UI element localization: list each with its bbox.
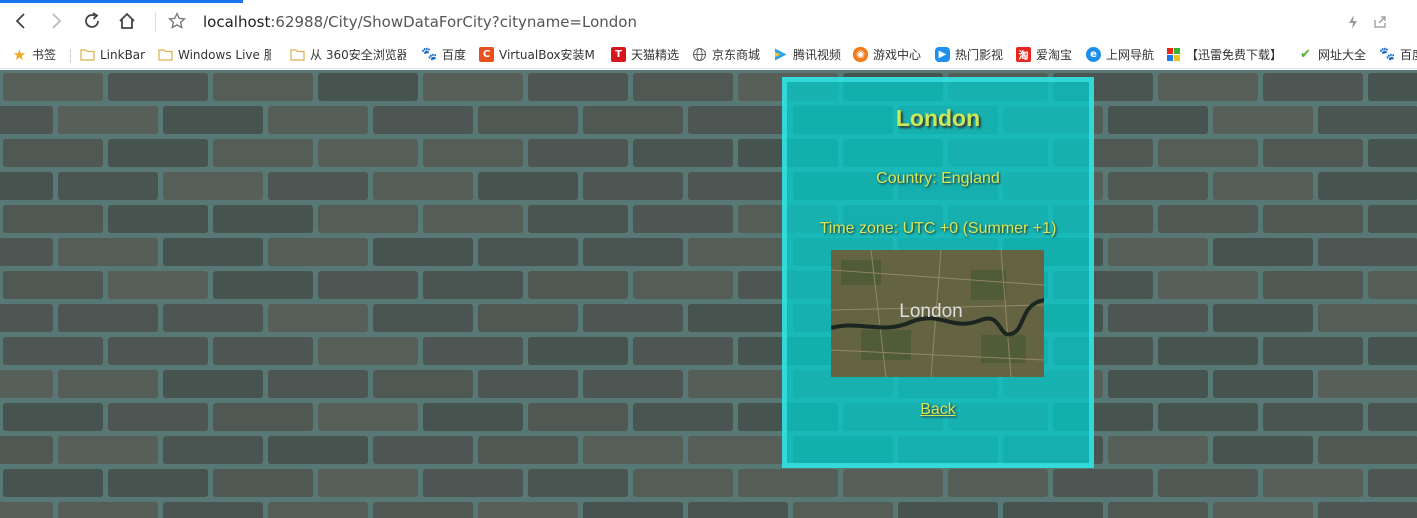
folder-icon <box>290 47 305 62</box>
bookmark-item[interactable]: C VirtualBox安装M <box>479 45 595 64</box>
bookmark-label: 百度 <box>442 48 467 62</box>
city-map-image: London <box>831 250 1044 377</box>
bookmark-label: 从 360安全浏览器 <box>310 48 406 62</box>
page-viewport: London Country: England Time zone: UTC +… <box>0 70 1417 518</box>
c-icon: C <box>479 47 494 62</box>
bookmark-label: 腾讯视频 <box>793 48 842 62</box>
bookmark-item[interactable]: ◉ 游戏中心 <box>853 45 921 64</box>
back-icon <box>15 13 25 29</box>
lightning-icon <box>1349 15 1357 29</box>
address-path: :62988/City/ShowDataForCity?cityname=Lon… <box>270 13 637 31</box>
address-host: localhost <box>203 13 271 31</box>
reload-button[interactable] <box>79 8 105 34</box>
bookmark-label: LinkBar <box>100 47 146 62</box>
brick-wall-background <box>0 70 1417 518</box>
bookmark-label: 京东商城 <box>712 48 761 62</box>
share-icon <box>1374 16 1386 28</box>
share-button[interactable] <box>1372 14 1388 30</box>
home-icon <box>119 12 135 29</box>
back-button[interactable] <box>8 8 34 34</box>
windows-icon <box>1166 47 1181 62</box>
bookmark-label: 爱淘宝 <box>1036 48 1073 62</box>
browser-toolbar: localhost:62988/City/ShowDataForCity?cit… <box>0 3 1417 40</box>
bookmark-star-button[interactable] <box>164 8 190 34</box>
city-title: London <box>895 105 981 131</box>
map-label: London <box>899 301 962 322</box>
bookmark-label: 游戏中心 <box>873 48 922 62</box>
bookmark-label: 网址大全 <box>1318 48 1367 62</box>
address-bar[interactable]: localhost:62988/City/ShowDataForCity?cit… <box>203 13 637 31</box>
hao-icon: ✔ <box>1300 47 1311 62</box>
bookmark-label: 书签 <box>32 48 57 62</box>
star-icon <box>167 11 187 29</box>
gamepad-icon: ◉ <box>853 47 868 62</box>
baidu-icon: 🐾 <box>1379 47 1396 62</box>
folder-icon <box>80 47 95 62</box>
bookmark-item[interactable]: ★ 书签 <box>12 45 56 64</box>
bookmark-item[interactable]: 【迅雷免费下载】 <box>1166 45 1282 64</box>
bookmark-label: VirtualBox安装M <box>499 48 595 62</box>
bookmark-label: 【迅雷免费下载】 <box>1186 48 1283 62</box>
bookmark-item[interactable]: LinkBar <box>80 45 145 64</box>
city-card: London Country: England Time zone: UTC +… <box>782 77 1094 468</box>
bookmark-item[interactable]: 🐾 百度 <box>1379 45 1417 64</box>
folder-icon <box>158 47 173 62</box>
nav-icon: e <box>1086 47 1101 62</box>
taobao-icon: 淘 <box>1016 47 1031 62</box>
home-button[interactable] <box>114 8 140 34</box>
back-link[interactable]: Back <box>787 401 1089 419</box>
bookmark-item[interactable]: 淘 爱淘宝 <box>1016 45 1072 64</box>
bookmark-item[interactable]: ▶ 热门影视 <box>935 45 1003 64</box>
bookmark-item[interactable]: 从 360安全浏览器 <box>290 45 406 64</box>
video-icon: ▶ <box>935 47 950 62</box>
toolbar-separator <box>155 12 156 32</box>
baidu-icon: 🐾 <box>421 47 438 62</box>
forward-icon <box>52 13 62 29</box>
play-icon <box>773 47 788 62</box>
star-icon: ★ <box>12 45 27 64</box>
bookmark-label: 天猫精选 <box>631 48 680 62</box>
bookmark-item[interactable]: T 天猫精选 <box>611 45 679 64</box>
bookmarks-divider <box>70 49 71 63</box>
reload-icon <box>85 12 99 28</box>
bookmark-item[interactable]: 🐾 百度 <box>421 45 467 64</box>
forward-button[interactable] <box>43 8 69 34</box>
country-text: Country: England <box>876 170 1000 187</box>
bookmark-label: Windows Live 服 <box>178 48 271 62</box>
bookmark-label: 百度 <box>1400 48 1417 62</box>
globe-icon <box>692 47 707 62</box>
bookmark-item[interactable]: e 上网导航 <box>1086 45 1154 64</box>
bookmark-item[interactable]: 腾讯视频 <box>773 45 841 64</box>
tmall-icon: T <box>611 47 626 62</box>
bookmark-label: 上网导航 <box>1106 48 1155 62</box>
bookmark-item[interactable]: ✔ 网址大全 <box>1298 45 1366 64</box>
bookmarks-bar: ★ 书签 LinkBar Windows Live 服 从 360安全浏览器 🐾… <box>0 40 1417 69</box>
bookmark-item[interactable]: 京东商城 <box>692 45 760 64</box>
timezone-text: Time zone: UTC +0 (Summer +1) <box>819 220 1057 237</box>
lightning-button[interactable] <box>1345 14 1361 30</box>
bookmark-item[interactable]: Windows Live 服 <box>158 45 271 64</box>
bookmark-label: 热门影视 <box>955 48 1004 62</box>
